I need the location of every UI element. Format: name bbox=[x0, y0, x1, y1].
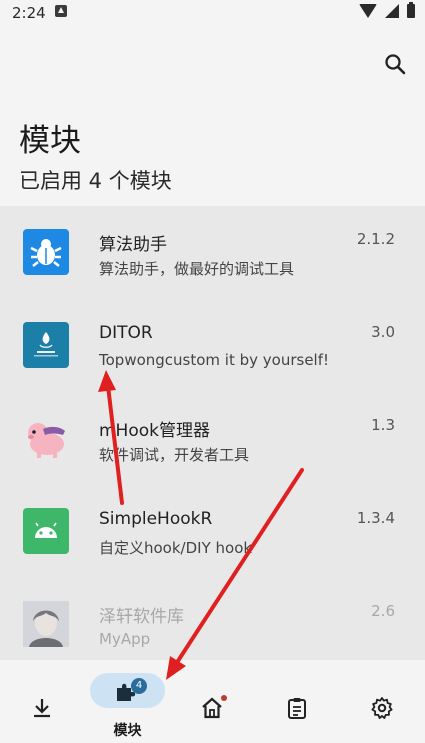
module-version: 3.0 bbox=[371, 323, 395, 341]
bottom-navigation: 4 模块 bbox=[0, 660, 425, 743]
module-name: mHook管理器 bbox=[99, 421, 210, 441]
anime-avatar-icon bbox=[23, 601, 69, 647]
nav-modules-badge: 4 bbox=[131, 678, 147, 694]
notification-icon bbox=[55, 5, 67, 17]
battery-icon bbox=[407, 2, 415, 18]
page-title: 模块 bbox=[19, 123, 81, 159]
module-desc: 算法助手，做最好的调试工具 bbox=[99, 260, 295, 278]
module-desc: Topwongcustom it by yourself! bbox=[99, 351, 330, 369]
clipboard-icon bbox=[288, 698, 306, 719]
module-desc: 自定义hook/DIY hook bbox=[99, 539, 253, 557]
status-icons bbox=[359, 2, 415, 18]
nav-modules-label: 模块 bbox=[113, 723, 142, 739]
signal-icon bbox=[385, 4, 399, 18]
module-version: 1.3 bbox=[371, 416, 395, 434]
module-row-ditor[interactable]: DITOR Topwongcustom it by yourself! 3.0 bbox=[0, 299, 425, 392]
module-name: DITOR bbox=[99, 323, 153, 343]
nav-modules[interactable]: 4 模块 bbox=[85, 660, 170, 743]
home-update-dot bbox=[221, 695, 227, 701]
gear-icon bbox=[371, 697, 393, 719]
bug-icon bbox=[23, 229, 69, 275]
home-icon bbox=[202, 697, 222, 719]
nav-home[interactable] bbox=[170, 660, 255, 743]
pig-mascot-icon bbox=[23, 415, 69, 461]
status-time: 2:24 bbox=[12, 4, 46, 22]
module-desc: MyApp bbox=[99, 630, 151, 648]
status-bar: 2:24 bbox=[0, 0, 425, 26]
wifi-icon bbox=[359, 4, 377, 18]
module-desc: 软件调试，开发者工具 bbox=[99, 446, 250, 464]
module-name: SimpleHookR bbox=[99, 509, 213, 529]
download-icon bbox=[34, 699, 50, 718]
module-name: 算法助手 bbox=[99, 235, 167, 255]
module-name: 泽轩软件库 bbox=[99, 607, 184, 627]
module-version: 1.3.4 bbox=[356, 509, 395, 527]
search-button[interactable] bbox=[383, 52, 407, 76]
module-list: 算法助手 算法助手，做最好的调试工具 2.1.2 DITOR Topwongcu… bbox=[0, 206, 425, 660]
module-row-mhook[interactable]: mHook管理器 软件调试，开发者工具 1.3 bbox=[0, 392, 425, 485]
module-row-zexuan[interactable]: 泽轩软件库 MyApp 2.6 bbox=[0, 578, 425, 660]
module-row-simplehookr[interactable]: SimpleHookR 自定义hook/DIY hook 1.3.4 bbox=[0, 485, 425, 578]
nav-logs[interactable] bbox=[255, 660, 340, 743]
module-version: 2.6 bbox=[371, 602, 395, 620]
page-subtitle: 已启用 4 个模块 bbox=[19, 169, 172, 193]
module-row-suanfa[interactable]: 算法助手 算法助手，做最好的调试工具 2.1.2 bbox=[0, 206, 425, 299]
android-icon bbox=[23, 508, 69, 554]
search-icon bbox=[385, 54, 406, 75]
nav-settings[interactable] bbox=[340, 660, 425, 743]
nav-download[interactable] bbox=[0, 660, 85, 743]
ditor-logo-icon bbox=[23, 322, 69, 368]
module-version: 2.1.2 bbox=[356, 230, 395, 248]
